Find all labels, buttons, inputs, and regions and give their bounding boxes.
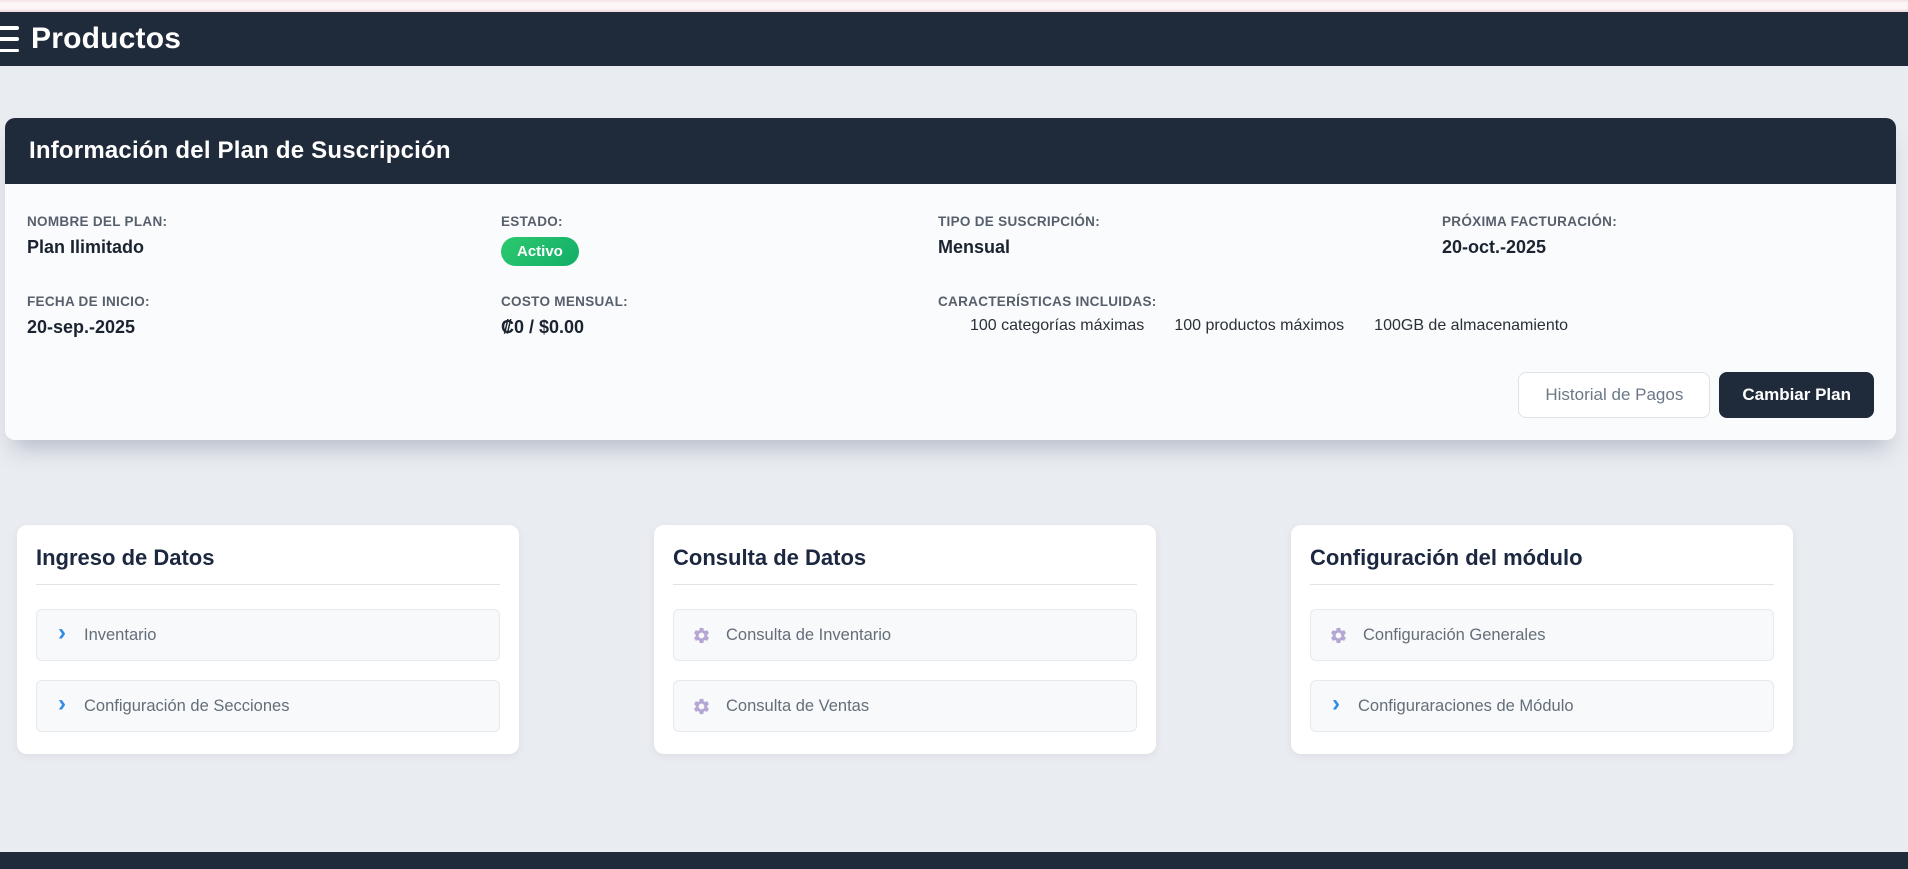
features-list: 100 categorías máximas 100 productos máx…: [970, 317, 1874, 335]
card-title: Consulta de Datos: [673, 545, 867, 571]
card-title: Ingreso de Datos: [36, 545, 215, 571]
menu-item-inventario[interactable]: › Inventario: [36, 609, 500, 662]
field-label: FECHA DE INICIO:: [27, 294, 150, 309]
field-next-billing: PRÓXIMA FACTURACIÓN: 20-oct.-2025: [1442, 214, 1874, 266]
field-label: NOMBRE DEL PLAN:: [27, 214, 168, 229]
field-subscription-type: TIPO DE SUSCRIPCIÓN: Mensual: [938, 214, 1442, 266]
app-header: Productos: [0, 12, 1908, 66]
menu-item-configuraraciones-de-modulo[interactable]: › Configuraraciones de Módulo: [1310, 680, 1774, 733]
field-included-features: CARACTERÍSTICAS INCLUIDAS: 100 categoría…: [938, 294, 1874, 338]
field-label: TIPO DE SUSCRIPCIÓN:: [938, 214, 1101, 229]
gear-icon: [694, 698, 709, 714]
field-start-date: FECHA DE INICIO: 20-sep.-2025: [27, 294, 501, 338]
menu-item-label: Inventario: [84, 625, 157, 644]
divider: [36, 584, 500, 586]
payment-history-button[interactable]: Historial de Pagos: [1518, 372, 1711, 419]
field-value: Plan Ilimitado: [27, 237, 145, 257]
field-value: Mensual: [938, 237, 1011, 257]
menu-item-consulta-de-inventario[interactable]: Consulta de Inventario: [673, 609, 1137, 662]
gear-icon: [1331, 627, 1346, 643]
footer-bar: [0, 852, 1908, 869]
menu-item-consulta-de-ventas[interactable]: Consulta de Ventas: [673, 680, 1137, 733]
change-plan-button[interactable]: Cambiar Plan: [1719, 372, 1874, 419]
module-cards: Ingreso de Datos › Inventario › Configur…: [17, 525, 1908, 755]
status-badge: Activo: [501, 237, 579, 266]
feature-item: 100 productos máximos: [1174, 317, 1345, 334]
plan-actions: Historial de Pagos Cambiar Plan: [27, 372, 1874, 419]
field-label: COSTO MENSUAL:: [501, 294, 628, 309]
page-title: Productos: [31, 22, 182, 55]
menu-item-label: Configuraraciones de Módulo: [1358, 696, 1574, 715]
field-label: PRÓXIMA FACTURACIÓN:: [1442, 214, 1617, 229]
menu-item-configuracion-generales[interactable]: Configuración Generales: [1310, 609, 1774, 662]
menu-item-configuracion-de-secciones[interactable]: › Configuración de Secciones: [36, 680, 500, 733]
field-monthly-cost: COSTO MENSUAL: ₡0 / $0.00: [501, 294, 938, 338]
gear-icon: [694, 627, 709, 643]
card-title: Configuración del módulo: [1310, 545, 1583, 571]
plan-panel-body: NOMBRE DEL PLAN: Plan Ilimitado ESTADO: …: [5, 184, 1896, 441]
field-plan-name: NOMBRE DEL PLAN: Plan Ilimitado: [27, 214, 501, 266]
menu-item-label: Configuración Generales: [1363, 625, 1546, 644]
plan-panel-title: Información del Plan de Suscripción: [29, 137, 451, 164]
feature-item: 100GB de almacenamiento: [1374, 317, 1569, 334]
field-label: ESTADO:: [501, 214, 563, 229]
feature-item: 100 categorías máximas: [970, 317, 1145, 334]
field-value: ₡0 / $0.00: [501, 317, 585, 337]
field-label: CARACTERÍSTICAS INCLUIDAS:: [938, 294, 1157, 309]
divider: [673, 584, 1137, 586]
menu-icon[interactable]: [0, 26, 19, 52]
card-configuracion-del-modulo: Configuración del módulo Configuración G…: [1291, 525, 1793, 755]
subscription-plan-panel: Información del Plan de Suscripción NOMB…: [5, 118, 1896, 441]
card-ingreso-de-datos: Ingreso de Datos › Inventario › Configur…: [17, 525, 519, 755]
menu-item-label: Consulta de Inventario: [726, 625, 892, 644]
divider: [1310, 584, 1774, 586]
card-consulta-de-datos: Consulta de Datos Consulta de Inventario…: [654, 525, 1156, 755]
top-strip: [0, 0, 1908, 12]
menu-item-label: Configuración de Secciones: [84, 696, 290, 715]
field-value: 20-oct.-2025: [1442, 237, 1547, 257]
field-status: ESTADO: Activo: [501, 214, 938, 266]
menu-item-label: Consulta de Ventas: [726, 696, 870, 715]
plan-panel-header: Información del Plan de Suscripción: [5, 118, 1896, 184]
field-value: 20-sep.-2025: [27, 317, 136, 337]
